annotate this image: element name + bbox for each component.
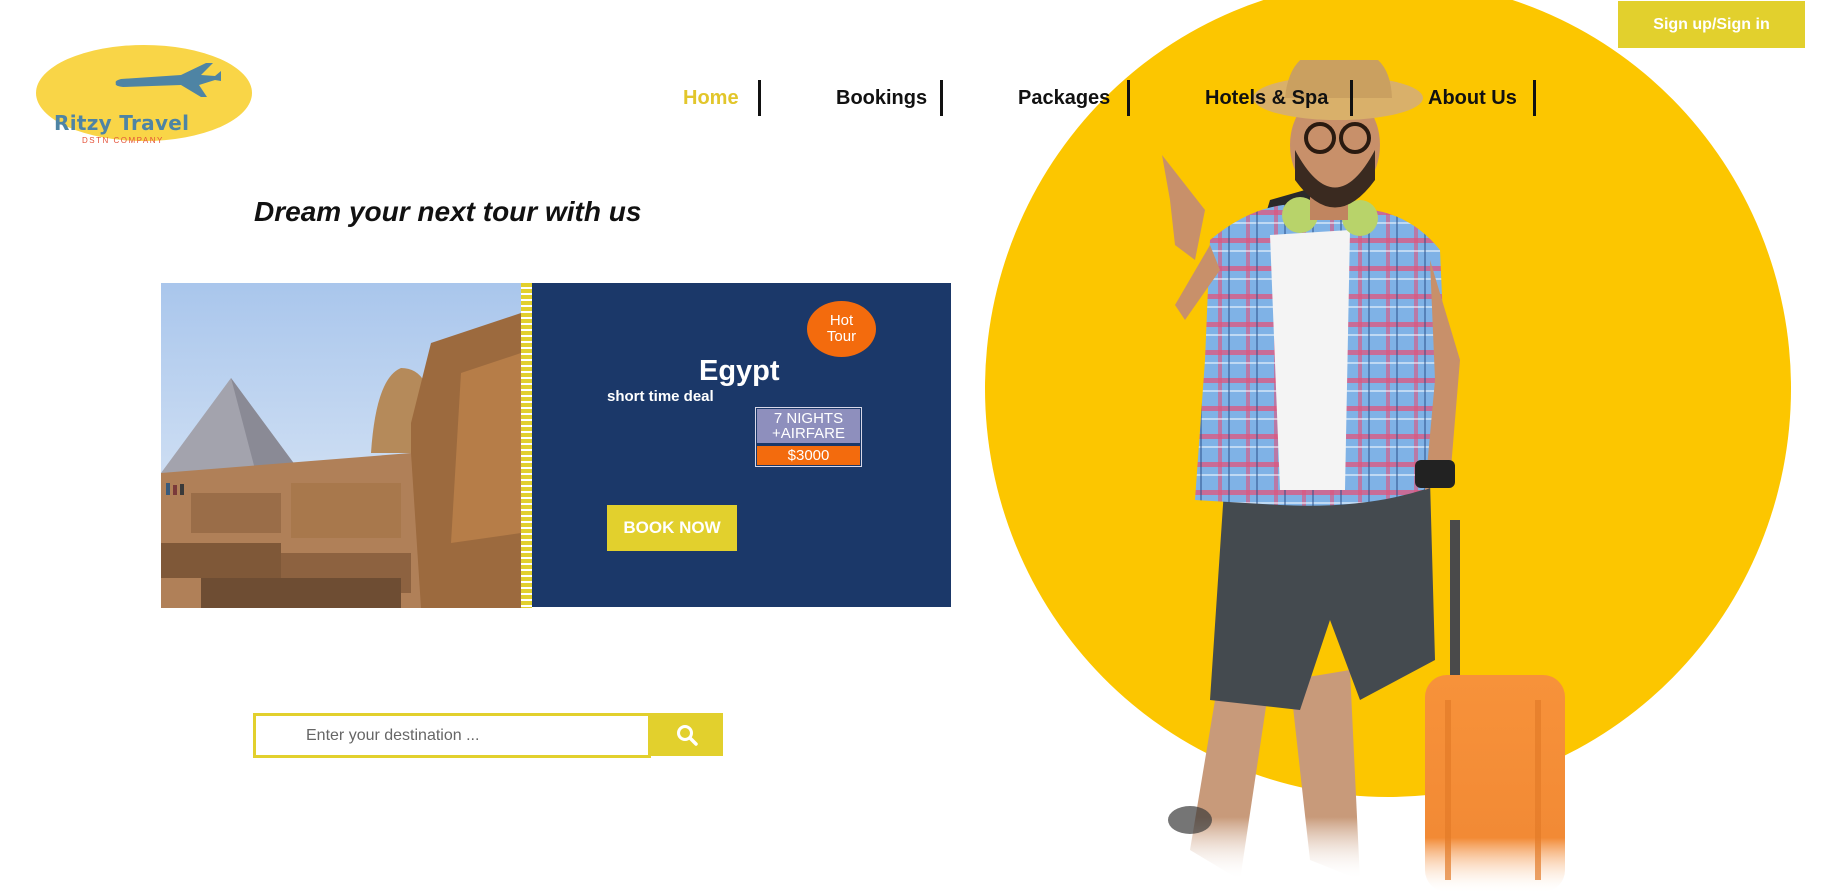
nav-separator	[1533, 80, 1536, 116]
nav-bookings[interactable]: Bookings	[836, 80, 927, 116]
hot-tour-badge: Hot Tour	[807, 301, 876, 357]
price-amount: $3000	[757, 446, 860, 465]
traveler-image	[1162, 60, 1565, 892]
promo-destination: Egypt	[699, 355, 780, 387]
nav-separator	[1127, 80, 1130, 116]
promo-deal-text: short time deal	[607, 388, 714, 405]
signup-signin-button[interactable]: Sign up/Sign in	[1618, 1, 1805, 48]
price-box: 7 NIGHTS +AIRFARE $3000	[755, 407, 862, 467]
hero-tagline: Dream your next tour with us	[254, 196, 642, 227]
nav-home[interactable]: Home	[683, 80, 739, 116]
logo-subtitle: DSTN COMPANY	[82, 136, 164, 145]
search-button[interactable]	[651, 713, 723, 756]
nav-separator	[758, 80, 761, 116]
hot-badge-line2: Tour	[826, 328, 857, 345]
price-nights-line2: +AIRFARE	[772, 425, 845, 442]
nav-about-us[interactable]: About Us	[1428, 80, 1517, 116]
promo-divider	[521, 283, 532, 608]
promo-panel: Hot Tour Egypt short time deal 7 NIGHTS …	[532, 283, 951, 607]
nav-hotels-spa[interactable]: Hotels & Spa	[1205, 80, 1328, 116]
search-bar	[253, 713, 723, 758]
logo[interactable]: Ritzy Travel DSTN COMPANY	[36, 45, 252, 145]
price-nights-line1: 7 NIGHTS	[773, 410, 844, 427]
price-nights: 7 NIGHTS +AIRFARE	[757, 409, 860, 443]
logo-title: Ritzy Travel	[54, 111, 190, 135]
nav-separator	[1350, 80, 1353, 116]
search-icon	[677, 724, 698, 746]
egypt-photo	[161, 283, 521, 608]
page: Ritzy Travel DSTN COMPANY Sign up/Sign i…	[0, 0, 1841, 892]
destination-search-input[interactable]	[253, 713, 651, 758]
book-now-button[interactable]: BOOK NOW	[607, 505, 737, 551]
hot-badge-line1: Hot	[829, 312, 854, 329]
nav-packages[interactable]: Packages	[1018, 80, 1110, 116]
nav-separator	[940, 80, 943, 116]
airplane-icon	[115, 63, 221, 97]
